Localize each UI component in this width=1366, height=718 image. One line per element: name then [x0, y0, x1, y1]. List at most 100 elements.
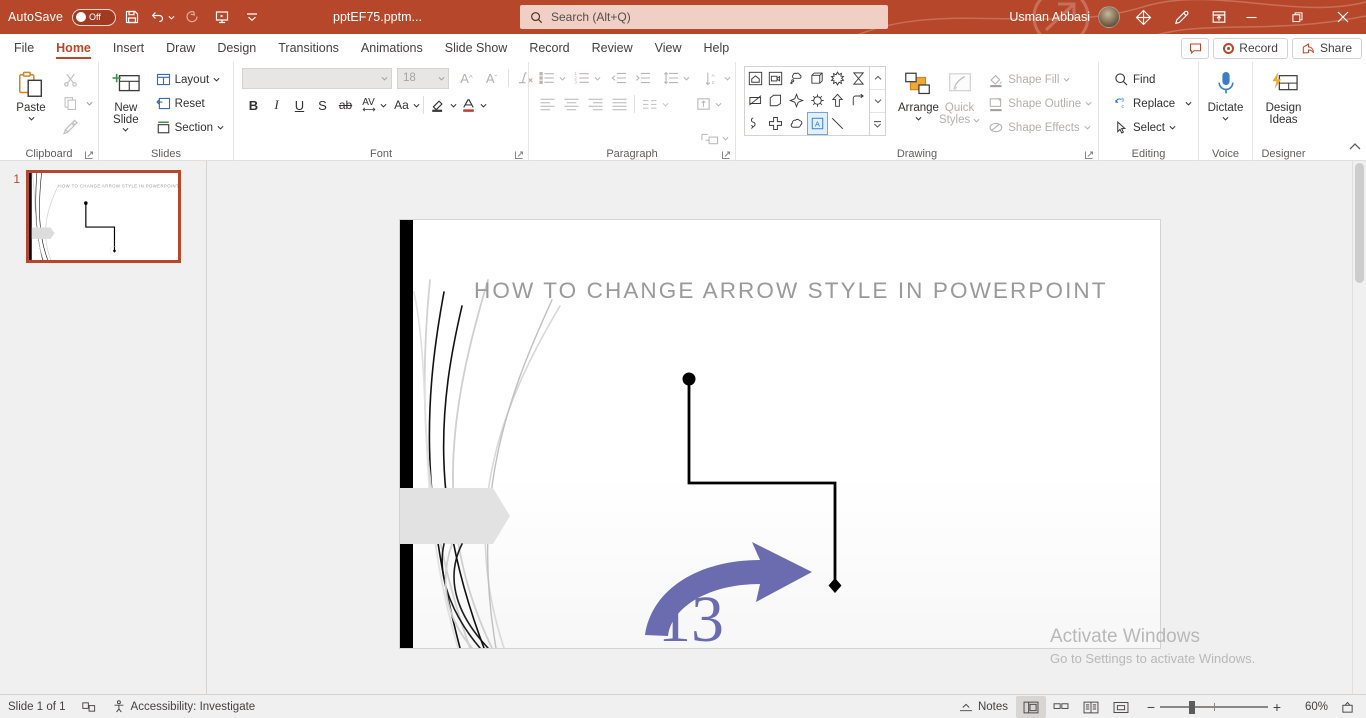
- slide-count[interactable]: Slide 1 of 1: [0, 695, 74, 718]
- shape-fill-button[interactable]: Shape Fill: [984, 68, 1096, 91]
- tab-view[interactable]: View: [644, 34, 693, 61]
- shapes-more-button[interactable]: [870, 113, 885, 135]
- font-name-chevron-down-icon[interactable]: [381, 75, 388, 82]
- zoom-out-button[interactable]: −: [1142, 699, 1160, 715]
- tab-slide-show[interactable]: Slide Show: [434, 34, 519, 61]
- paste-button[interactable]: Paste: [5, 66, 57, 122]
- text-direction-chevron-down-icon[interactable]: [724, 75, 731, 82]
- restore-button[interactable]: [1274, 0, 1320, 34]
- zoom-track-knob[interactable]: [1189, 700, 1196, 714]
- four-point-star-shape[interactable]: [786, 90, 807, 113]
- line-spacing-button[interactable]: [659, 67, 683, 90]
- text-box-shape[interactable]: A: [806, 112, 828, 135]
- copy-button[interactable]: [59, 92, 93, 115]
- language-button[interactable]: [74, 695, 104, 718]
- cloud-callout-shape[interactable]: [786, 67, 807, 90]
- center-button[interactable]: [559, 93, 583, 116]
- line-shape[interactable]: [828, 112, 849, 135]
- font-dialog-launcher[interactable]: [514, 150, 524, 160]
- cube-shape[interactable]: [807, 67, 828, 90]
- no-symbol-shape[interactable]: [745, 90, 766, 113]
- bold-button[interactable]: B: [242, 94, 265, 117]
- text-direction-button[interactable]: AZ: [700, 67, 724, 90]
- align-right-button[interactable]: [583, 93, 607, 116]
- columns-chevron-down-icon[interactable]: [662, 101, 669, 108]
- hourglass-shape[interactable]: [848, 67, 869, 90]
- tab-design[interactable]: Design: [206, 34, 267, 61]
- record-button[interactable]: Record: [1213, 37, 1288, 59]
- notes-button[interactable]: Notes: [951, 695, 1016, 718]
- tab-record[interactable]: Record: [518, 34, 580, 61]
- cross-shape[interactable]: [766, 112, 787, 135]
- tab-review[interactable]: Review: [581, 34, 644, 61]
- collapse-ribbon-button[interactable]: [1348, 140, 1362, 158]
- text-highlight-color-button[interactable]: [427, 94, 450, 117]
- customize-quick-access-toolbar-button[interactable]: [238, 4, 266, 30]
- up-arrow-shape[interactable]: [828, 90, 849, 113]
- bullets-chevron-down-icon[interactable]: [559, 75, 566, 82]
- undo-button[interactable]: [148, 4, 176, 30]
- pentagon-shape[interactable]: [766, 90, 787, 113]
- underline-button[interactable]: U: [288, 94, 311, 117]
- tab-draw[interactable]: Draw: [155, 34, 206, 61]
- share-button[interactable]: Share: [1291, 37, 1362, 59]
- font-size-chevron-down-icon[interactable]: [438, 75, 445, 82]
- replace-button[interactable]: bc Replace: [1110, 92, 1196, 115]
- clipboard-dialog-launcher[interactable]: [84, 150, 94, 160]
- zoom-slider[interactable]: − +: [1136, 695, 1292, 718]
- arrange-chevron-down-icon[interactable]: [915, 115, 922, 122]
- numbering-button[interactable]: 1 2 3: [570, 67, 594, 90]
- increase-font-size-button[interactable]: A ^: [455, 67, 478, 90]
- align-left-button[interactable]: [535, 93, 559, 116]
- tab-insert[interactable]: Insert: [102, 34, 155, 61]
- chevron-down-icon[interactable]: [28, 115, 35, 122]
- align-text-button[interactable]: [691, 93, 715, 116]
- new-slide-button[interactable]: New Slide: [104, 66, 148, 133]
- numbering-chevron-down-icon[interactable]: [594, 75, 601, 82]
- cut-button[interactable]: [59, 68, 82, 91]
- save-button[interactable]: [118, 4, 146, 30]
- avatar[interactable]: [1098, 6, 1120, 28]
- explosion-shape[interactable]: [828, 67, 849, 90]
- slide-thumbnail-1[interactable]: HOW TO CHANGE ARROW STYLE IN POWERPOINT: [26, 170, 181, 263]
- slide-canvas[interactable]: 13 HOW TO CHANGE ARROW STYLE IN POWERPOI…: [400, 220, 1160, 648]
- highlight-chevron-down-icon[interactable]: [450, 102, 457, 109]
- view-reading-button[interactable]: [1076, 696, 1106, 718]
- reset-button[interactable]: Reset: [152, 92, 228, 115]
- paragraph-dialog-launcher[interactable]: [721, 150, 731, 160]
- quick-styles-button[interactable]: Quick Styles: [939, 66, 980, 126]
- decrease-indent-button[interactable]: [607, 67, 631, 90]
- zoom-level-label[interactable]: 60%: [1292, 701, 1332, 713]
- font-size-box[interactable]: 18: [397, 67, 449, 89]
- tab-help[interactable]: Help: [692, 34, 740, 61]
- dictate-button[interactable]: Dictate: [1204, 66, 1247, 122]
- vertical-scrollbar[interactable]: [1352, 161, 1366, 694]
- shapes-scroll-up-button[interactable]: [870, 67, 885, 90]
- new-slide-chevron-down-icon[interactable]: [122, 126, 129, 133]
- autosave-toggle[interactable]: Off: [72, 8, 117, 26]
- strikethrough-button[interactable]: ab: [334, 94, 357, 117]
- fit-to-window-button[interactable]: [1332, 696, 1362, 718]
- zoom-in-button[interactable]: +: [1268, 699, 1286, 715]
- increase-indent-button[interactable]: [631, 67, 655, 90]
- line-spacing-chevron-down-icon[interactable]: [683, 75, 690, 82]
- tab-animations[interactable]: Animations: [350, 34, 434, 61]
- close-button[interactable]: [1320, 0, 1366, 34]
- minimize-button[interactable]: [1228, 0, 1274, 34]
- pen-icon[interactable]: [1162, 0, 1200, 34]
- font-color-chevron-down-icon[interactable]: [480, 102, 487, 109]
- tab-transitions[interactable]: Transitions: [267, 34, 350, 61]
- shape-effects-button[interactable]: Shape Effects: [984, 116, 1096, 139]
- copy-chevron-down-icon[interactable]: [86, 100, 93, 107]
- user-account[interactable]: Usman Abbasi: [1009, 0, 1120, 34]
- video-shape[interactable]: [766, 67, 787, 90]
- scrollbar-thumb[interactable]: [1355, 163, 1364, 283]
- font-color-button[interactable]: [457, 94, 480, 117]
- view-slide-sorter-button[interactable]: [1046, 696, 1076, 718]
- quick-styles-chevron-down-icon[interactable]: [973, 117, 980, 124]
- find-button[interactable]: Find: [1110, 68, 1196, 91]
- shapes-scroll-down-button[interactable]: [870, 90, 885, 113]
- character-spacing-button[interactable]: AV: [357, 94, 380, 117]
- font-name-box[interactable]: [242, 67, 392, 89]
- character-spacing-chevron-down-icon[interactable]: [380, 102, 387, 109]
